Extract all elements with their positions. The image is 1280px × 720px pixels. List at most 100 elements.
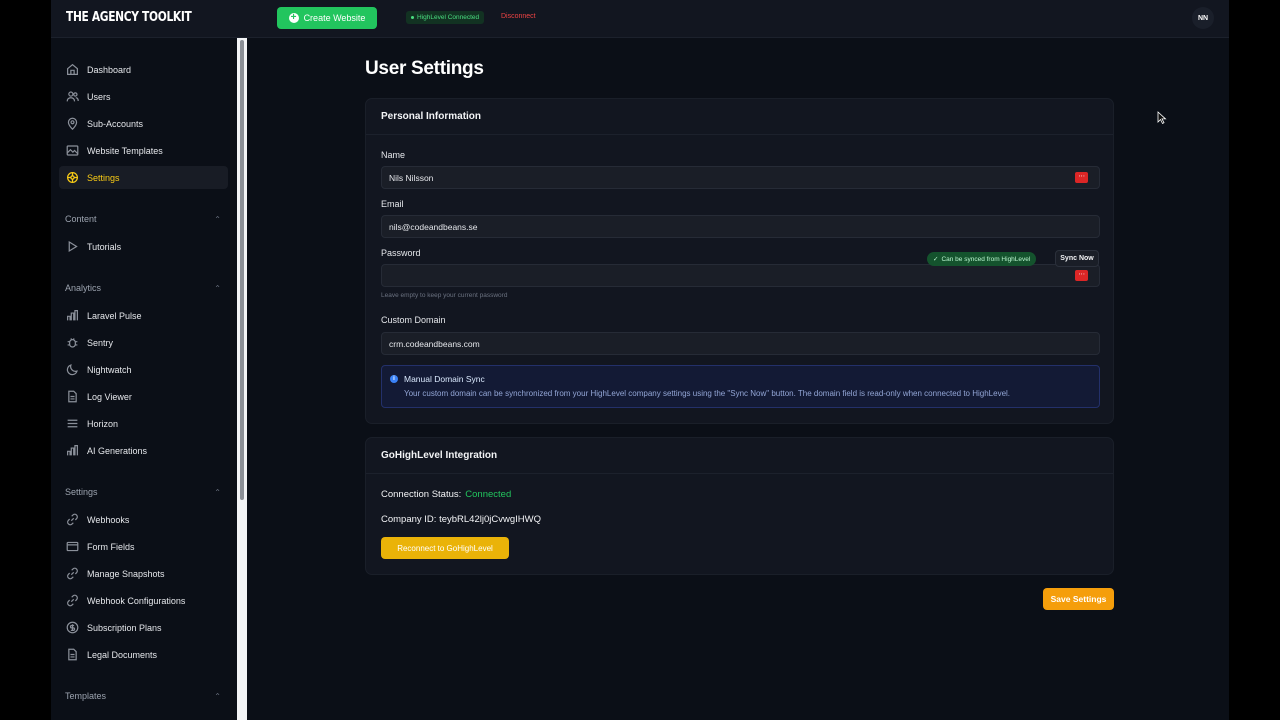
app-logo[interactable]: THE AGENCY TOOLKIT <box>66 10 192 25</box>
sidebar-item-label: Settings <box>87 172 120 183</box>
sidebar-item-label: Log Viewer <box>87 391 132 402</box>
mouse-cursor-icon <box>1157 111 1167 125</box>
sidebar-item-nightwatch[interactable]: Nightwatch <box>59 358 228 381</box>
sidebar-item-label: Sub-Accounts <box>87 118 144 129</box>
sidebar-item-label: Users <box>87 91 111 102</box>
sync-now-button[interactable]: Sync Now <box>1055 250 1099 267</box>
sidebar-item-label: Manage Snapshots <box>87 568 165 579</box>
custom-domain-label: Custom Domain <box>381 315 446 325</box>
page-title: User Settings <box>365 58 484 79</box>
sidebar-item-label: Tutorials <box>87 241 122 252</box>
sidebar-scrollbar-thumb[interactable] <box>240 40 244 500</box>
highlevel-status-badge: HighLevel Connected <box>406 11 485 24</box>
settings-icon <box>65 171 79 185</box>
sidebar-item-sentry[interactable]: Sentry <box>59 331 228 354</box>
user-avatar[interactable]: NN <box>1192 7 1214 29</box>
sidebar-item-horizon[interactable]: Horizon <box>59 412 228 435</box>
sidebar-item-laravel-pulse[interactable]: Laravel Pulse <box>59 304 228 327</box>
sidebar-item-label: Webhook Configurations <box>87 595 186 606</box>
password-field[interactable]: ⋯ <box>381 264 1100 287</box>
sidebar-item-users[interactable]: Users <box>59 85 228 108</box>
password-manager-icon[interactable]: ⋯ <box>1075 270 1088 281</box>
sidebar-item-label: Laravel Pulse <box>87 310 142 321</box>
password-manager-icon[interactable]: ⋯ <box>1075 172 1088 183</box>
save-settings-button[interactable]: Save Settings <box>1043 588 1114 610</box>
sync-status-label: Can be synced from HighLevel <box>941 255 1031 263</box>
card-title: GoHighLevel Integration <box>366 438 1113 474</box>
sidebar-item-manage-snapshots[interactable]: Manage Snapshots <box>59 562 228 585</box>
sidebar-item-label: Legal Documents <box>87 649 158 660</box>
email-value: nils@codeandbeans.se <box>389 221 478 232</box>
sidebar-item-tutorials[interactable]: Tutorials <box>59 235 228 258</box>
sidebar-item-label: Dashboard <box>87 64 132 75</box>
custom-domain-field[interactable]: crm.codeandbeans.com <box>381 332 1100 355</box>
form-icon <box>65 540 79 554</box>
stack-icon <box>65 417 79 431</box>
section-label: Settings <box>65 487 98 497</box>
email-field[interactable]: nils@codeandbeans.se <box>381 215 1100 238</box>
sidebar-section-analytics[interactable]: Analytics ⌃ <box>65 283 221 293</box>
section-label: Content <box>65 214 97 224</box>
sidebar-item-label: AI Generations <box>87 445 148 456</box>
connection-status-row: Connection Status: Connected <box>381 489 511 500</box>
dollar-icon <box>65 621 79 635</box>
personal-information-card: Personal Information Name Nils Nilsson ⋯… <box>365 98 1114 424</box>
connection-status-label: Connection Status: <box>381 489 462 500</box>
play-icon <box>65 240 79 254</box>
image-icon <box>65 144 79 158</box>
company-id-row: Company ID: teybRL42lj0jCvwgIHWQ <box>381 514 541 525</box>
chevron-up-icon: ⌃ <box>214 214 221 224</box>
create-website-label: Create Website <box>303 13 366 23</box>
sidebar-item-subscription-plans[interactable]: Subscription Plans <box>59 616 228 639</box>
chevron-up-icon: ⌃ <box>214 487 221 497</box>
sidebar-item-legal-documents[interactable]: Legal Documents <box>59 643 228 666</box>
sidebar-item-label: Sentry <box>87 337 114 348</box>
gohighlevel-integration-card: GoHighLevel Integration Connection Statu… <box>365 437 1114 575</box>
domain-sync-info-box: i Manual Domain Sync Your custom domain … <box>381 365 1100 408</box>
sidebar-item-webhooks[interactable]: Webhooks <box>59 508 228 531</box>
info-text: Your custom domain can be synchronized f… <box>404 389 1011 398</box>
highlevel-status-label: HighLevel Connected <box>417 14 480 21</box>
document-icon <box>65 648 79 662</box>
connection-status-value: Connected <box>465 489 512 500</box>
sidebar-section-content[interactable]: Content ⌃ <box>65 214 221 224</box>
sidebar-item-label: Website Templates <box>87 145 163 156</box>
bar-chart-icon <box>65 309 79 323</box>
sidebar-item-dashboard[interactable]: Dashboard <box>59 58 228 81</box>
sidebar-item-log-viewer[interactable]: Log Viewer <box>59 385 228 408</box>
section-label: Templates <box>65 691 107 701</box>
section-label: Analytics <box>65 283 102 293</box>
sidebar-section-templates[interactable]: Templates ⌃ <box>65 691 221 701</box>
sidebar-item-label: Nightwatch <box>87 364 132 375</box>
bar-chart-icon <box>65 444 79 458</box>
reconnect-button[interactable]: Reconnect to GoHighLevel <box>381 537 509 559</box>
sidebar-item-label: Horizon <box>87 418 119 429</box>
link-icon <box>65 594 79 608</box>
password-label: Password <box>381 248 421 258</box>
status-dot-icon <box>411 16 414 19</box>
main-content: User Settings Personal Information Name … <box>247 38 1229 720</box>
sidebar-item-ai-generations[interactable]: AI Generations <box>59 439 228 462</box>
name-value: Nils Nilsson <box>389 172 434 183</box>
company-id-label: Company ID: <box>381 514 437 525</box>
app-window: THE AGENCY TOOLKIT + Create Website High… <box>51 0 1229 720</box>
disconnect-link[interactable]: Disconnect <box>501 13 536 20</box>
name-label: Name <box>381 150 406 160</box>
sidebar-item-sub-accounts[interactable]: Sub-Accounts <box>59 112 228 135</box>
plus-circle-icon: + <box>288 13 299 23</box>
sidebar-item-label: Webhooks <box>87 514 130 525</box>
sidebar-section-settings[interactable]: Settings ⌃ <box>65 487 221 497</box>
moon-icon <box>65 363 79 377</box>
name-field[interactable]: Nils Nilsson ⋯ <box>381 166 1100 189</box>
sidebar-item-webhook-configurations[interactable]: Webhook Configurations <box>59 589 228 612</box>
sidebar-item-settings[interactable]: Settings <box>59 166 228 189</box>
sidebar: Dashboard Users Sub-Accounts Website Tem… <box>51 38 239 720</box>
create-website-button[interactable]: + Create Website <box>277 7 377 29</box>
info-icon: i <box>390 375 398 383</box>
map-pin-icon <box>65 117 79 131</box>
sync-status-badge: ✓ Can be synced from HighLevel <box>927 252 1037 266</box>
sidebar-item-website-templates[interactable]: Website Templates <box>59 139 228 162</box>
document-icon <box>65 390 79 404</box>
sidebar-item-form-fields[interactable]: Form Fields <box>59 535 228 558</box>
sidebar-item-label: Form Fields <box>87 541 135 552</box>
